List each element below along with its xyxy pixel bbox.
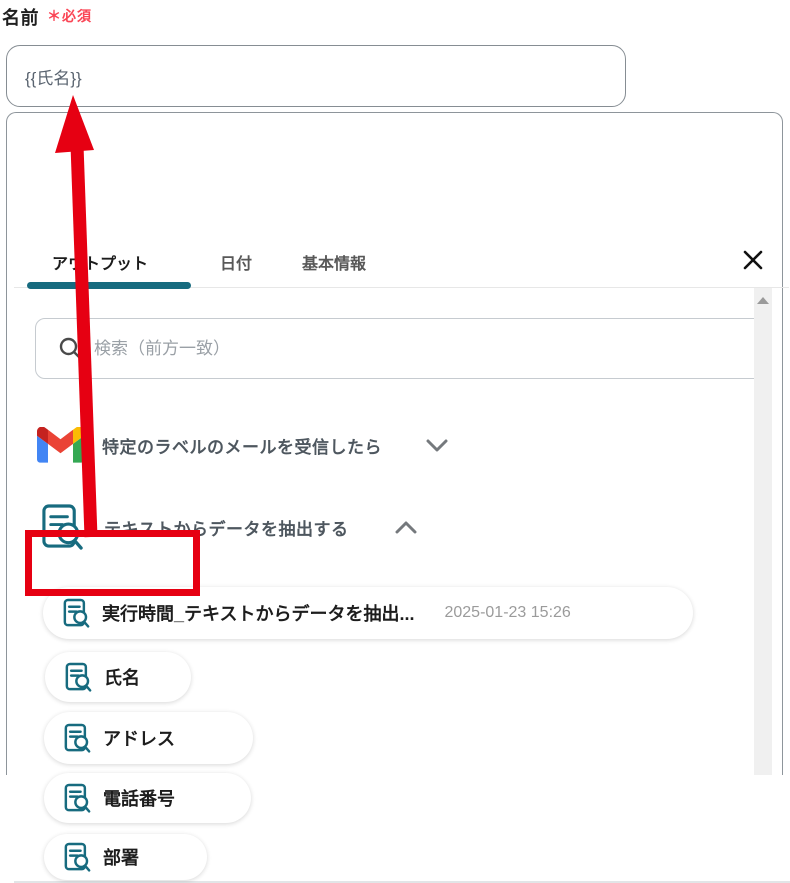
tab-output-label: アウトプット xyxy=(52,256,149,273)
tab-basic-info-label: 基本情報 xyxy=(302,256,367,273)
field-label-row: 名前 ＊必須 xyxy=(2,4,92,30)
group-extract-label: テキストからデータを抽出する xyxy=(104,520,349,539)
extract-text-icon xyxy=(64,842,91,872)
output-item-department[interactable]: 部署 xyxy=(44,834,207,880)
tab-basic-info[interactable]: 基本情報 xyxy=(302,250,366,274)
output-picker-panel: アウトプット 日付 基本情報 特定のラベルのメールを受信したら xyxy=(6,112,790,883)
active-tab-underline xyxy=(27,282,191,289)
output-item-phone[interactable]: 電話番号 xyxy=(44,773,251,823)
output-item-label: 実行時間_テキストからデータを抽出... xyxy=(102,604,415,624)
gmail-icon xyxy=(37,427,84,463)
output-item-label: 部署 xyxy=(103,848,139,868)
extract-text-icon xyxy=(42,504,83,550)
extract-text-icon xyxy=(64,783,91,813)
group-gmail-trigger[interactable]: 特定のラベルのメールを受信したら xyxy=(37,427,448,463)
scrollbar[interactable] xyxy=(754,288,772,775)
chevron-down-icon xyxy=(426,439,448,452)
extract-text-icon xyxy=(64,723,91,753)
search-box xyxy=(35,318,769,379)
output-item-label: 氏名 xyxy=(104,668,140,688)
output-item-address[interactable]: アドレス xyxy=(44,712,253,764)
search-icon xyxy=(59,337,83,360)
search-input[interactable] xyxy=(92,327,768,370)
output-item-runtime[interactable]: 実行時間_テキストからデータを抽出... 2025-01-23 15:26 xyxy=(43,587,693,639)
close-button[interactable] xyxy=(738,245,768,275)
required-badge: ＊必須 xyxy=(47,8,92,24)
name-input[interactable] xyxy=(6,45,626,107)
group-gmail-label: 特定のラベルのメールを受信したら xyxy=(102,437,382,457)
output-item-label: 電話番号 xyxy=(103,789,175,809)
output-item-label: アドレス xyxy=(103,729,175,749)
output-item-name[interactable]: 氏名 xyxy=(45,652,191,702)
tab-date-label: 日付 xyxy=(220,256,253,273)
scrollbar-up-arrow-icon[interactable] xyxy=(754,297,772,304)
extract-text-icon xyxy=(63,598,90,628)
chevron-up-icon xyxy=(395,521,417,534)
extract-text-icon xyxy=(65,662,92,692)
group-extract-text[interactable]: テキストからデータを抽出する xyxy=(41,503,417,552)
tab-date[interactable]: 日付 xyxy=(220,250,252,274)
output-item-timestamp: 2025-01-23 15:26 xyxy=(444,604,571,621)
tab-output[interactable]: アウトプット xyxy=(52,250,148,274)
field-label: 名前 xyxy=(2,8,39,28)
close-icon xyxy=(743,250,763,270)
